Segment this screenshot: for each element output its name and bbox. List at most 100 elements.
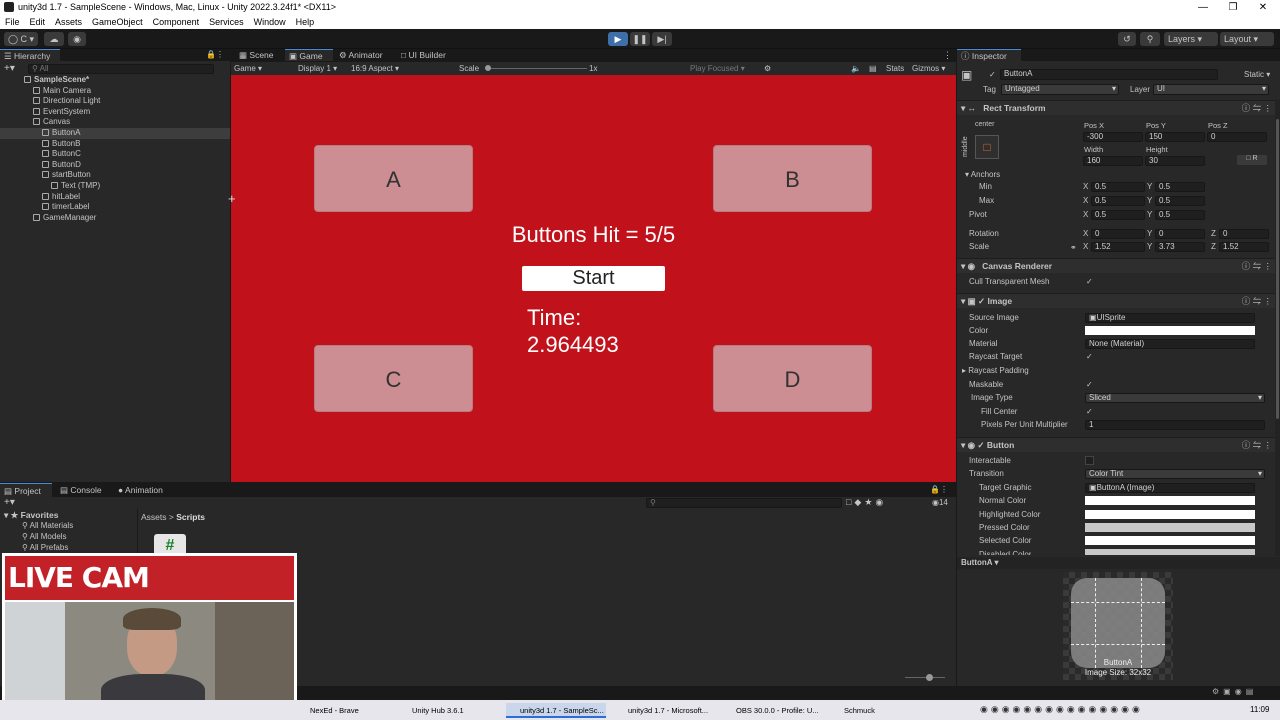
taskbar-obs[interactable]: OBS 30.0.0 - Profile: U... [722, 703, 822, 718]
history-icon[interactable]: ↺ [1118, 32, 1136, 46]
taskbar-brave[interactable]: NexEd - Brave [296, 703, 394, 718]
static-toggle[interactable]: Static ▾ [1244, 70, 1270, 79]
button-c[interactable]: C [314, 345, 473, 412]
disabled-color-field[interactable] [1085, 549, 1255, 555]
color-field[interactable] [1085, 326, 1255, 335]
object-name-field[interactable]: ButtonA [1000, 69, 1218, 80]
more-icon[interactable]: ⋮ [943, 50, 952, 61]
hierarchy-item[interactable]: ButtonB [0, 139, 230, 150]
hierarchy-item[interactable]: hitLabel [0, 192, 230, 203]
minimize-button[interactable]: — [1188, 0, 1218, 15]
scale-y-field[interactable]: 3.73 [1155, 242, 1205, 252]
menu-assets[interactable]: Assets [50, 15, 87, 29]
project-search-input[interactable]: ⚲ [646, 498, 842, 508]
tab-project[interactable]: ▤ Project [0, 483, 52, 497]
game-view[interactable]: A B C D Buttons Hit = 5/5 Start Time: 2.… [231, 75, 956, 482]
anchor-presets-button[interactable]: □ [975, 135, 999, 159]
pause-button[interactable]: ❚❚ [630, 32, 650, 46]
inspector-scrollbar-thumb[interactable] [1276, 119, 1279, 419]
tab-animator[interactable]: ⚙ Animator [335, 49, 391, 61]
normal-color-field[interactable] [1085, 496, 1255, 505]
menu-services[interactable]: Services [204, 15, 249, 29]
raycast-padding-foldout[interactable]: ▸ Raycast Padding [962, 364, 1029, 377]
collab-icon[interactable]: ◉ [68, 32, 86, 46]
hierarchy-item[interactable]: Canvas [0, 117, 230, 128]
hierarchy-item[interactable]: GameManager [0, 213, 230, 224]
image-header[interactable]: ▾ ▣ ✓ Image ⓘ ⇋ ⋮ [957, 293, 1280, 308]
rect-transform-header[interactable]: ▾ ↔ Rect Transform ⓘ ⇋ ⋮ [957, 100, 1280, 115]
height-field[interactable]: 30 [1145, 156, 1205, 166]
taskbar-visual-studio[interactable]: unity3d 1.7 - Microsoft... [614, 703, 714, 718]
hierarchy-item[interactable]: ButtonD [0, 160, 230, 171]
thumbnail-size-handle[interactable] [926, 674, 933, 681]
cull-checkbox[interactable]: ✓ [1086, 277, 1093, 286]
fav-all-prefabs[interactable]: ⚲ All Prefabs [22, 543, 68, 552]
maskable-checkbox[interactable]: ✓ [1086, 380, 1093, 389]
account-button[interactable]: ◯ C ▾ [4, 32, 38, 46]
raycast-target-checkbox[interactable]: ✓ [1086, 352, 1093, 361]
stats-icon[interactable]: ▤ [869, 62, 877, 75]
button-d[interactable]: D [713, 345, 872, 412]
pressed-color-field[interactable] [1085, 523, 1255, 532]
game-mode-dropdown[interactable]: Game ▾ [234, 62, 262, 75]
fav-all-materials[interactable]: ⚲ All Materials [22, 521, 73, 530]
highlighted-color-field[interactable] [1085, 510, 1255, 519]
source-image-field[interactable]: ▣UISprite [1085, 313, 1255, 323]
hierarchy-item[interactable]: SampleScene* [0, 75, 230, 86]
width-field[interactable]: 160 [1083, 156, 1143, 166]
status-icons[interactable]: ⚙▣◉▤ [1212, 687, 1257, 696]
selected-color-field[interactable] [1085, 536, 1255, 545]
max-x-field[interactable]: 0.5 [1091, 196, 1145, 206]
menu-edit[interactable]: Edit [25, 15, 51, 29]
ppu-field[interactable]: 1 [1085, 420, 1265, 430]
button-component-header[interactable]: ▾ ◉ ✓ Button ⓘ ⇋ ⋮ [957, 437, 1280, 452]
breadcrumb-scripts[interactable]: Scripts [176, 512, 205, 522]
add-icon[interactable]: +▾ [4, 63, 15, 74]
cloud-icon[interactable]: ☁ [44, 32, 64, 46]
interactable-checkbox[interactable] [1085, 456, 1094, 465]
layer-dropdown[interactable]: UI ▾ [1153, 84, 1269, 95]
play-focused-dropdown[interactable]: Play Focused ▾ [690, 62, 745, 75]
scale-link-icon[interactable]: ⚭ [1070, 243, 1077, 252]
min-y-field[interactable]: 0.5 [1155, 182, 1205, 192]
hierarchy-item[interactable]: Main Camera [0, 86, 230, 97]
tab-hierarchy[interactable]: ☰ Hierarchy [0, 49, 60, 61]
tab-inspector[interactable]: ⓘ Inspector [957, 49, 1021, 61]
lock-icon[interactable]: 🔒⋮ [930, 485, 948, 494]
tab-animation[interactable]: ● Animation [114, 483, 178, 497]
preview-header[interactable]: ButtonA ▾ [957, 557, 1280, 569]
target-graphic-field[interactable]: ▣ButtonA (Image) [1085, 483, 1255, 493]
close-button[interactable]: ✕ [1248, 0, 1278, 15]
hierarchy-item[interactable]: Directional Light [0, 96, 230, 107]
menu-window[interactable]: Window [249, 15, 291, 29]
hierarchy-item[interactable]: EventSystem [0, 107, 230, 118]
start-button[interactable]: Start [522, 266, 665, 291]
fill-center-checkbox[interactable]: ✓ [1086, 407, 1093, 416]
play-button[interactable]: ▶ [608, 32, 628, 46]
pos-y-field[interactable]: 150 [1145, 132, 1205, 142]
pivot-x-field[interactable]: 0.5 [1091, 210, 1145, 220]
min-x-field[interactable]: 0.5 [1091, 182, 1145, 192]
button-a[interactable]: A [314, 145, 473, 212]
tray-icons[interactable]: ◉◉◉◉◉◉◉◉◉◉◉◉◉◉◉ [980, 704, 1143, 715]
transition-dropdown[interactable]: Color Tint ▾ [1085, 469, 1265, 479]
scale-slider-handle[interactable] [485, 65, 491, 71]
scale-slider[interactable] [487, 68, 587, 69]
hierarchy-item[interactable]: startButton [0, 170, 230, 181]
taskbar-unity-editor[interactable]: unity3d 1.7 - SampleSc... [506, 703, 606, 718]
rot-y-field[interactable]: 0 [1155, 229, 1205, 239]
taskbar-explorer[interactable]: Schmuck [830, 703, 930, 718]
button-b[interactable]: B [713, 145, 872, 212]
tab-ui-builder[interactable]: □ UI Builder [397, 49, 459, 61]
max-y-field[interactable]: 0.5 [1155, 196, 1205, 206]
step-button[interactable]: ▶| [652, 32, 672, 46]
hierarchy-search-input[interactable]: ⚲ All [28, 64, 214, 74]
lock-icon[interactable]: 🔒⋮ [206, 50, 224, 59]
gizmos-button[interactable]: Gizmos ▾ [912, 62, 945, 75]
thumbnail-size-slider[interactable] [905, 677, 945, 678]
active-checkbox[interactable]: ✓ [989, 70, 996, 79]
aspect-dropdown[interactable]: 16:9 Aspect ▾ [351, 62, 399, 75]
blueprint-raw-buttons[interactable]: □ R [1237, 155, 1267, 165]
tag-dropdown[interactable]: Untagged ▾ [1001, 84, 1119, 95]
tab-scene[interactable]: ▦ Scene [235, 49, 283, 61]
